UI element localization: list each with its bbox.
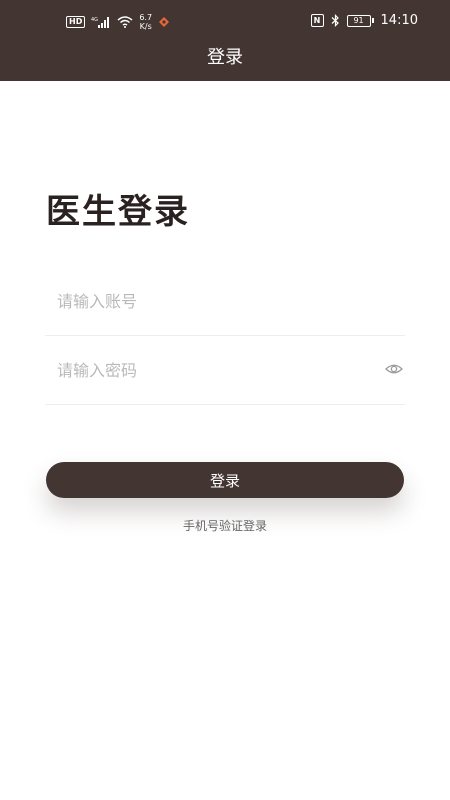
bluetooth-icon [331, 14, 339, 27]
password-input[interactable] [55, 336, 379, 404]
clock: 14:10 [380, 13, 418, 28]
network-type-label: 4G [91, 17, 98, 23]
nfc-icon: N [310, 14, 324, 27]
battery-level: 91 [346, 14, 371, 27]
sms-login-link[interactable]: 手机号验证登录 [0, 517, 450, 534]
signal-icon: 4G [91, 17, 110, 28]
wifi-icon [117, 16, 133, 28]
password-field [45, 336, 405, 405]
status-bar: HD 4G 6.7 K/s N 91 14:10 [0, 0, 450, 44]
status-right: N 91 14:10 [310, 13, 418, 28]
network-speed-unit: K/s [139, 22, 152, 31]
account-input[interactable] [55, 267, 379, 335]
login-heading: 医生登录 [46, 192, 190, 232]
eye-icon[interactable] [385, 360, 403, 378]
account-field [45, 267, 405, 336]
login-button[interactable]: 登录 [46, 462, 404, 498]
status-left: HD 4G 6.7 K/s [66, 13, 170, 31]
page-title: 登录 [207, 47, 243, 68]
app-notification-icon [159, 17, 170, 27]
network-speed: 6.7 K/s [139, 13, 152, 31]
header-bar: HD 4G 6.7 K/s N 91 14:10 登录 [0, 0, 450, 81]
battery-icon: 91 [346, 14, 374, 27]
network-speed-value: 6.7 [139, 13, 153, 22]
hd-badge: HD [66, 16, 86, 28]
